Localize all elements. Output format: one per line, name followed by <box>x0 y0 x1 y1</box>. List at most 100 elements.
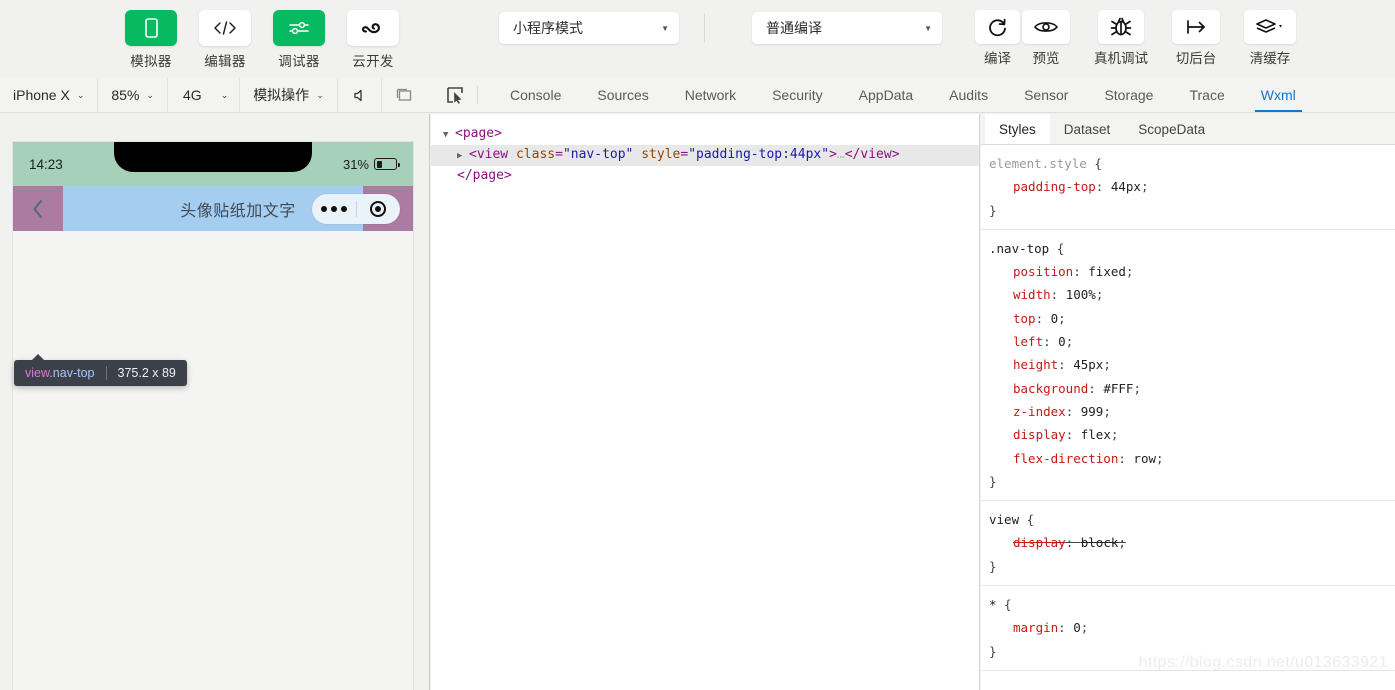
css-value-flex-direction[interactable]: row <box>1133 451 1156 466</box>
toolbar-button-clear-cache[interactable]: 清缓存 <box>1244 10 1296 67</box>
toolbar-panel-buttons: 模拟器 编辑器 调试器 云开发 <box>125 0 399 70</box>
styles-tabbar: Styles Dataset ScopeData <box>981 114 1395 145</box>
chevron-down-icon[interactable]: ▼ <box>443 126 455 145</box>
code-icon <box>199 10 251 46</box>
simulator-panel: 14:23 31% 头像贴纸加文字 view.nav-top 375.2 x 8… <box>0 114 430 690</box>
css-prop-height[interactable]: height <box>989 357 1058 372</box>
device-select-value: iPhone X <box>13 87 70 103</box>
tab-styles-label: Styles <box>999 121 1036 137</box>
wxml-collapsed-ellipsis: … <box>836 147 845 162</box>
tab-audits[interactable]: Audits <box>931 78 1006 112</box>
css-rule-element-style[interactable]: element.style { padding-top: 44px; } <box>981 145 1395 230</box>
refresh-icon <box>975 10 1020 44</box>
network-select[interactable]: 4G ⌄ <box>168 78 241 112</box>
tab-dataset-label: Dataset <box>1063 121 1111 137</box>
css-value-height[interactable]: 45px <box>1073 357 1103 372</box>
tab-sources-label: Sources <box>597 87 649 103</box>
css-prop-left[interactable]: left <box>989 334 1043 349</box>
device-select[interactable]: iPhone X ⌄ <box>0 78 99 112</box>
phone-page-body <box>13 231 413 690</box>
toolbar-button-simulator[interactable]: 模拟器 <box>125 10 177 70</box>
css-value-z-index[interactable]: 999 <box>1081 404 1104 419</box>
toolbar-button-debugger[interactable]: 调试器 <box>273 10 325 70</box>
toolbar-button-preview-label: 预览 <box>1032 51 1060 66</box>
target-icon[interactable] <box>357 200 401 217</box>
toolbar-button-background[interactable]: 切后台 <box>1172 10 1220 67</box>
css-prop-display[interactable]: display <box>989 427 1066 442</box>
tab-appdata[interactable]: AppData <box>841 78 931 112</box>
css-rule-view[interactable]: view { display: block; } <box>981 501 1395 587</box>
tab-scopedata[interactable]: ScopeData <box>1124 114 1219 144</box>
wechat-capsule-menu[interactable] <box>312 193 401 224</box>
inspect-element-icon[interactable] <box>430 78 477 112</box>
tab-trace[interactable]: Trace <box>1171 78 1242 112</box>
sliders-icon <box>273 10 325 46</box>
chevron-left-icon[interactable] <box>13 186 63 231</box>
phone-nav-bar: 头像贴纸加文字 <box>13 186 413 231</box>
css-prop-padding-top[interactable]: padding-top <box>989 179 1096 194</box>
toolbar-button-cloud[interactable]: 云开发 <box>347 10 399 70</box>
toolbar-button-remote-debug[interactable]: 真机调试 <box>1094 10 1148 67</box>
css-value-margin[interactable]: 0 <box>1073 620 1081 635</box>
zoom-select[interactable]: 85% ⌄ <box>98 78 168 112</box>
tab-sources[interactable]: Sources <box>579 78 666 112</box>
css-selector-element-style: element.style <box>989 156 1087 171</box>
css-value-display[interactable]: flex <box>1081 427 1111 442</box>
css-value-width[interactable]: 100% <box>1066 287 1096 302</box>
css-prop-margin[interactable]: margin <box>989 620 1058 635</box>
chevron-right-icon[interactable]: ▶ <box>457 147 469 166</box>
toolbar-button-editor[interactable]: 编辑器 <box>199 10 251 70</box>
tab-wxml[interactable]: Wxml <box>1243 78 1314 112</box>
toolbar-divider <box>704 13 705 43</box>
wxml-page-open-tag: <page> <box>455 126 502 141</box>
tab-console[interactable]: Console <box>492 78 579 112</box>
wxml-node-page-open[interactable]: ▼ <page> <box>431 124 979 145</box>
wxml-tree: ▼ <page> ▶ <view class="nav-top" style="pa… <box>431 114 979 185</box>
css-value-background[interactable]: #FFF <box>1103 381 1133 396</box>
zoom-select-value: 85% <box>111 87 140 103</box>
tab-storage[interactable]: Storage <box>1086 78 1171 112</box>
toolbar-button-remote-debug-label: 真机调试 <box>1094 51 1148 66</box>
more-dots-icon[interactable] <box>312 205 356 212</box>
css-prop-top[interactable]: top <box>989 311 1036 326</box>
tab-network[interactable]: Network <box>667 78 754 112</box>
phone-status-bar: 14:23 31% <box>13 142 413 186</box>
simulate-action-select[interactable]: 模拟操作 ⌄ <box>240 78 338 112</box>
wxml-node-view-nav-top[interactable]: ▶ <view class="nav-top" style="padding-to… <box>431 145 979 166</box>
wxml-node-page-close[interactable]: </page> <box>431 166 979 185</box>
compile-mode-select[interactable]: 普通编译 ▼ <box>752 12 942 44</box>
css-prop-z-index[interactable]: z-index <box>989 404 1066 419</box>
css-prop-flex-direction[interactable]: flex-direction <box>989 451 1118 466</box>
toolbar-button-preview[interactable]: 预览 <box>1022 10 1070 67</box>
toolbar-button-simulator-label: 模拟器 <box>130 54 172 69</box>
chevron-down-icon: ⌄ <box>146 89 154 100</box>
tab-styles[interactable]: Styles <box>985 114 1050 144</box>
phone-icon <box>125 10 177 46</box>
css-value-padding-top[interactable]: 44px <box>1111 179 1141 194</box>
css-prop-width[interactable]: width <box>989 287 1051 302</box>
speaker-icon[interactable] <box>338 78 382 112</box>
tab-sensor-label: Sensor <box>1024 87 1069 103</box>
mode-select[interactable]: 小程序模式 ▼ <box>499 12 679 44</box>
background-switch-icon <box>1172 10 1220 44</box>
css-rule-nav-top[interactable]: .nav-top { position: fixed; width: 100%;… <box>981 230 1395 502</box>
compile-mode-value: 普通编译 <box>766 20 822 36</box>
css-prop-background[interactable]: background <box>989 381 1088 396</box>
css-value-left[interactable]: 0 <box>1058 334 1066 349</box>
tab-security[interactable]: Security <box>754 78 841 112</box>
window-icon[interactable] <box>382 78 426 112</box>
css-value-view-display[interactable]: block <box>1081 535 1119 550</box>
toolbar-button-cloud-label: 云开发 <box>352 54 394 69</box>
wxml-tree-panel[interactable]: ▼ <page> ▶ <view class="nav-top" style="pa… <box>431 114 980 690</box>
css-prop-view-display[interactable]: display <box>989 535 1066 550</box>
tab-sensor[interactable]: Sensor <box>1006 78 1086 112</box>
tab-console-label: Console <box>510 87 562 103</box>
wxml-child-tag-name: view <box>476 147 509 162</box>
toolbar-button-compile[interactable]: 编译 <box>975 10 1020 67</box>
css-value-position[interactable]: fixed <box>1088 264 1126 279</box>
css-prop-position[interactable]: position <box>989 264 1073 279</box>
tab-dataset[interactable]: Dataset <box>1050 114 1125 144</box>
user-avatar[interactable] <box>13 9 53 49</box>
phone-screen[interactable]: 14:23 31% 头像贴纸加文字 <box>13 142 413 690</box>
chevron-down-icon: ▼ <box>924 23 932 33</box>
